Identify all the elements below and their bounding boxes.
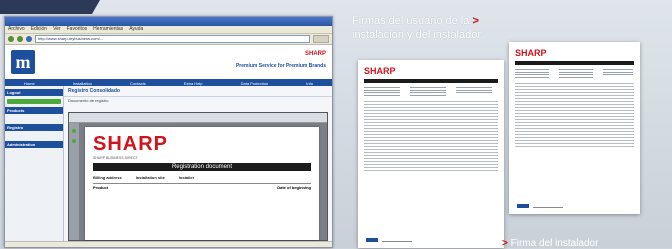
page-subtitle: Documento de registro [68, 98, 109, 103]
logo-text [39, 60, 40, 65]
doc-rows [515, 82, 634, 147]
site-body: Logout Products Registro Administration … [5, 86, 332, 247]
browser-window: Archivo Edición Ver Favoritos Herramient… [4, 16, 333, 248]
pdf-sidebar [69, 123, 79, 240]
menu-item[interactable]: Ver [53, 26, 61, 33]
nav-item[interactable]: Contacts [130, 81, 146, 86]
sidebar-section[interactable]: Logout [5, 89, 63, 96]
corner-tab [0, 0, 100, 14]
pdf-nav-icon[interactable] [72, 139, 76, 143]
sidebar-item[interactable] [5, 131, 63, 138]
pdf-viewer: SHARP SHARP BUSINESS DIRECT Registration… [68, 112, 328, 241]
refresh-icon[interactable] [26, 36, 32, 42]
nav-item[interactable]: Info [306, 81, 313, 86]
main-content: Registro Consolidado Documento de regist… [64, 86, 332, 247]
doc-title-bar [515, 61, 634, 65]
document-title: Registration document [93, 163, 311, 171]
sidebar-section[interactable]: Products [5, 107, 63, 114]
doc-footer-logo [366, 238, 378, 242]
menu-item[interactable]: Archivo [8, 26, 25, 33]
document-tagline: SHARP BUSINESS DIRECT [93, 156, 138, 160]
nav-item[interactable]: Home [24, 81, 35, 86]
document-brand: SHARP [93, 133, 169, 155]
forward-icon[interactable] [17, 36, 23, 42]
doc-fields [364, 87, 498, 96]
pdf-page: SHARP SHARP BUSINESS DIRECT Registration… [85, 127, 319, 240]
site-header: m SHARP Premium Service for Premium Bran… [5, 45, 332, 79]
table-head-left: Product [93, 185, 109, 190]
caption-bottom-text: Firma del instalador [510, 238, 599, 249]
site-heading: Installation site [135, 175, 165, 180]
doc-rows [364, 100, 498, 171]
menu-item[interactable]: Herramientas [93, 26, 123, 33]
status-bar [5, 241, 332, 247]
browser-toolbar: http://www.sharp-mybusiness.com/... [5, 34, 332, 45]
header-tagline: Premium Service for Premium Brands [235, 63, 326, 69]
logo-icon: m [11, 50, 35, 74]
page-title: Registro Consolidado [64, 86, 332, 97]
go-button[interactable] [313, 35, 329, 43]
doc-brand: SHARP [515, 48, 547, 58]
pdf-nav-icon[interactable] [72, 129, 76, 133]
address-bar[interactable]: http://www.sharp-mybusiness.com/... [35, 35, 310, 43]
doc-footer-line [533, 207, 563, 208]
caption-bottom-arrow: > [502, 238, 508, 249]
header-brand: SHARP [304, 51, 326, 57]
printed-document-installer: SHARP [509, 42, 640, 214]
table-head-right: Date of beginning [277, 185, 311, 190]
window-titlebar [5, 17, 332, 26]
menu-item[interactable]: Favoritos [67, 26, 88, 33]
sidebar: Logout Products Registro Administration [5, 86, 64, 247]
doc-footer-logo [517, 204, 529, 208]
nav-item[interactable]: Extra Help [184, 81, 203, 86]
sidebar-section[interactable]: Administration [5, 141, 63, 148]
menu-item[interactable]: Ayuda [129, 26, 143, 33]
billing-heading: Billing address [93, 175, 122, 180]
caption-bottom: > Firma del instalador [502, 238, 598, 249]
caption-arrow: > [472, 15, 479, 27]
printed-document-user: SHARP [358, 60, 504, 248]
table-header: Product Date of beginning [93, 183, 311, 190]
sidebar-section[interactable]: Registro [5, 124, 63, 131]
doc-fields [515, 69, 634, 78]
caption-line-2: instalación y del instalador [352, 29, 482, 41]
doc-footer-line [382, 241, 412, 242]
nav-item[interactable]: Installation [73, 81, 92, 86]
address-fields: Billing address Installation site Instal… [93, 175, 311, 180]
back-icon[interactable] [8, 36, 14, 42]
menu-bar: Archivo Edición Ver Favoritos Herramient… [5, 26, 332, 34]
nav-item[interactable]: Data Protection [241, 81, 269, 86]
installer-heading: Installer [178, 175, 195, 180]
menu-item[interactable]: Edición [31, 26, 47, 33]
doc-title-bar [364, 79, 498, 83]
doc-brand: SHARP [364, 66, 396, 76]
sidebar-status-bar [7, 99, 61, 104]
caption-top: Firmas del usuario de la > instalación y… [352, 14, 502, 42]
pdf-toolbar[interactable] [69, 113, 327, 123]
caption-line-1: Firmas del usuario de la [352, 15, 470, 27]
sidebar-item[interactable] [5, 114, 63, 121]
